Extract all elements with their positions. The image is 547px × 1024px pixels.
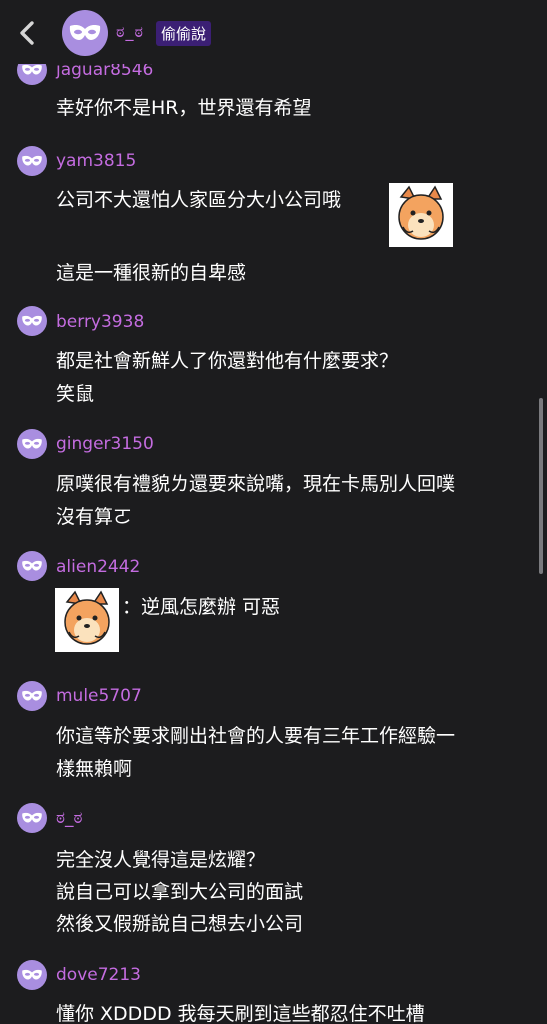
back-chevron-icon[interactable] [14,18,42,48]
mask-icon [22,155,42,166]
header-username[interactable]: ಠ_ಠ [116,22,144,42]
comment-text: 幸好你不是HR，世界還有希望 [56,97,312,119]
comment-text: 說自己可以拿到大公司的面試 [56,881,304,903]
anonymous-mask-avatar[interactable] [62,10,108,56]
comment-avatar[interactable] [17,681,47,711]
mask-icon [22,438,42,449]
comment-avatar[interactable] [17,803,47,833]
mask-icon [22,315,42,326]
mask-icon [22,64,42,75]
comment-text: 這是一種很新的自卑感 [56,262,247,284]
comment-text: 公司不大還怕人家區分大小公司哦 [56,189,342,211]
comment-avatar[interactable] [17,960,47,990]
vertical-scrollbar[interactable] [539,398,543,574]
comment-username[interactable]: alien2442 [56,557,140,577]
comment-text: 沒有算ㄛ [56,506,133,528]
comment-text: ：逆風怎麼辦 可惡 [122,596,281,618]
comment-username[interactable]: ಠ_ಠ [56,808,83,828]
comment-text: 笑鼠 [56,383,95,405]
comment-text: 樣無賴啊 [56,758,133,780]
comment-text: 完全沒人覺得這是炫耀？ [56,849,266,871]
comment-text: 都是社會新鮮人了你還對他有什麼要求？ [56,350,399,372]
mask-icon [22,560,42,571]
comment-avatar[interactable] [17,306,47,336]
comment-text: 懂你 XDDDD 我每天刷到這些都忍住不吐槽 [56,1003,425,1024]
comment-username[interactable]: yam3815 [56,151,136,171]
anonymous-badge: 偷偷說 [156,21,212,46]
comment-username[interactable]: ginger3150 [56,434,154,454]
comment-text: 原噗很有禮貌ㄌ還要來說嘴，現在卡馬別人回噗 [56,473,456,495]
plurk-response-screen: ಠ_ಠ 偷偷說 jaguar8546 幸好你不是HR，世界還有希望 yam381… [0,0,547,1024]
mask-icon [22,812,42,823]
fox-sticker[interactable] [389,183,453,247]
comment-username[interactable]: dove7213 [56,965,141,985]
comment-avatar[interactable] [17,146,47,176]
comment-text: 然後又假掰說自己想去小公司 [56,913,304,935]
top-bar: ಠ_ಠ 偷偷說 [0,0,547,64]
comment-avatar[interactable] [17,551,47,581]
fox-sticker[interactable] [55,588,119,652]
mask-icon [69,25,101,40]
comment-text: 你這等於要求剛出社會的人要有三年工作經驗一 [56,725,456,747]
mask-icon [22,969,42,980]
comment-avatar[interactable] [17,429,47,459]
comment-username[interactable]: mule5707 [56,686,142,706]
comment-username[interactable]: berry3938 [56,312,144,332]
mask-icon [22,690,42,701]
